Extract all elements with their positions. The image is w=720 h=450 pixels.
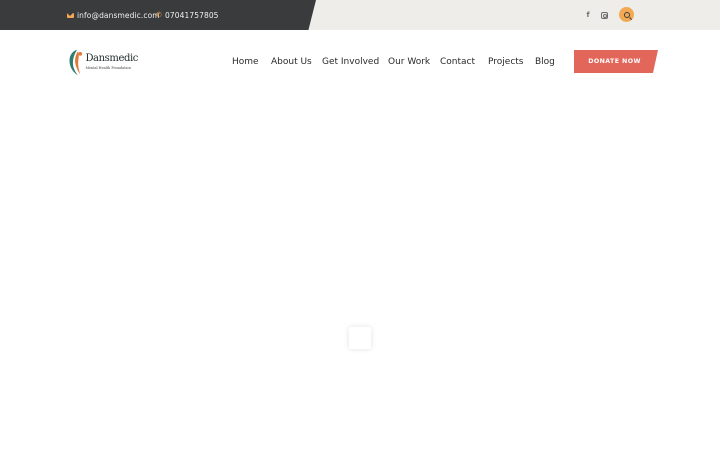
logo-mark-icon <box>69 49 83 75</box>
nav-item-blog[interactable]: Blog <box>535 54 555 71</box>
nav-item-get-involved[interactable]: Get Involved <box>322 54 379 71</box>
contact-email[interactable]: info@dansmedic.com <box>67 0 160 30</box>
logo-name: Dansmedic <box>85 52 138 64</box>
nav-item-about-us[interactable]: About Us <box>271 54 312 71</box>
phone-text: 07041757805 <box>164 10 219 20</box>
search-button[interactable] <box>619 7 634 22</box>
instagram-link[interactable] <box>598 0 610 30</box>
nav-item-home[interactable]: Home <box>232 54 259 71</box>
donate-button[interactable]: DONATE NOW <box>574 50 658 73</box>
site-logo[interactable]: Dansmedic Mental Health Foundation <box>68 45 138 79</box>
email-text: info@dansmedic.com <box>77 10 160 20</box>
contact-phone[interactable]: ✆ 07041757805 <box>156 0 219 30</box>
nav-item-our-work[interactable]: Our Work <box>388 54 430 71</box>
nav-item-projects[interactable]: Projects <box>488 54 523 71</box>
nav-item-contact[interactable]: Contact <box>440 54 475 71</box>
phone-icon: ✆ <box>156 10 162 19</box>
logo-tagline: Mental Health Foundation <box>85 65 131 70</box>
page-loader <box>349 327 371 349</box>
envelope-icon <box>67 12 74 18</box>
donate-button-label: DONATE NOW <box>588 58 641 65</box>
facebook-icon[interactable]: f <box>582 0 594 30</box>
search-icon <box>623 11 630 18</box>
top-bar: info@dansmedic.com ✆ 07041757805 f <box>0 0 720 30</box>
instagram-icon <box>600 11 608 19</box>
